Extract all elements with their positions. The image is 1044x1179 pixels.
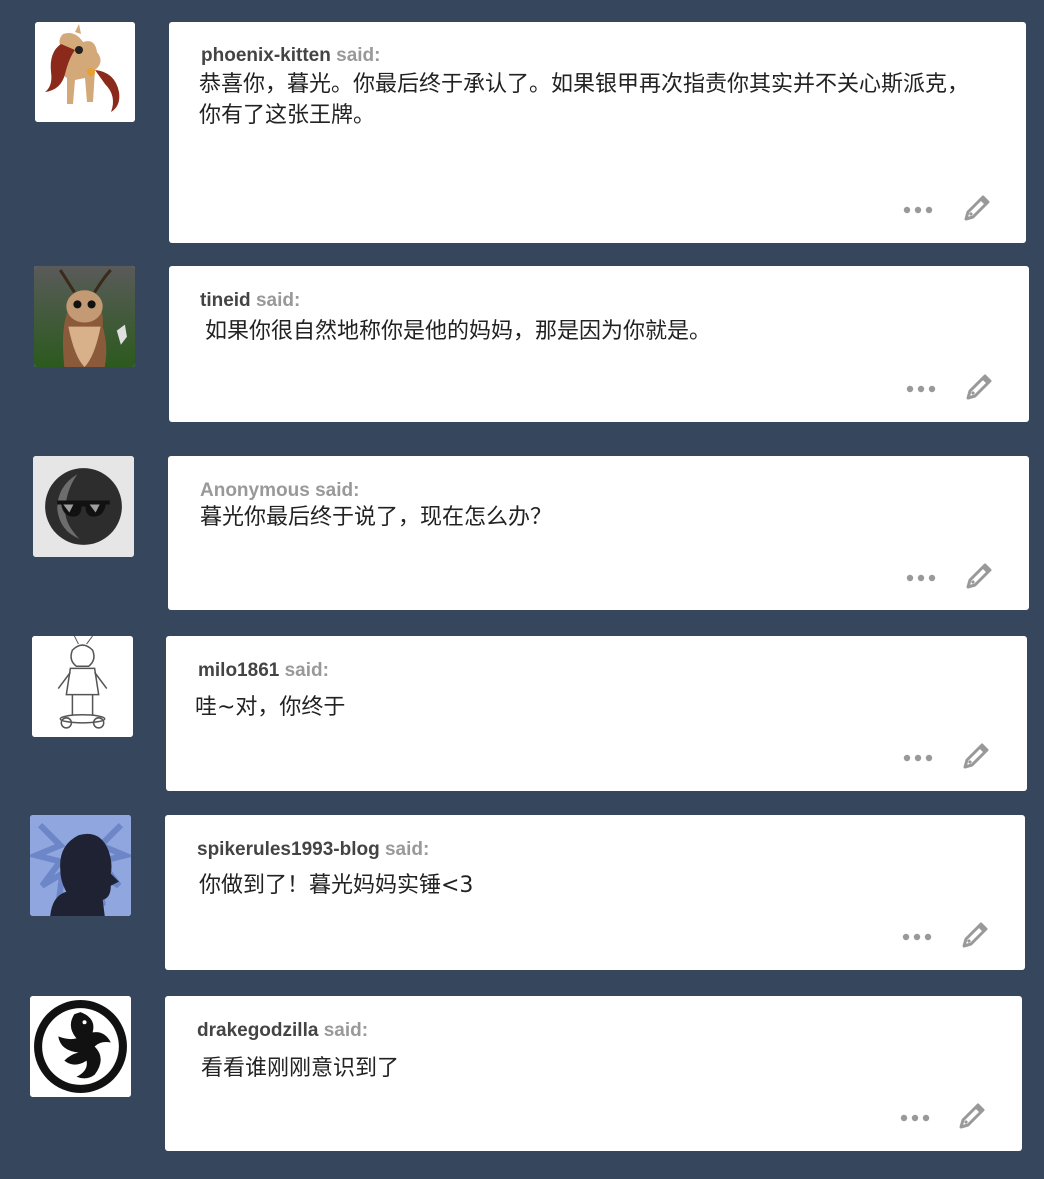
anonymous-sunglasses-icon[interactable] [33, 456, 134, 557]
pencil-edit-icon[interactable] [963, 560, 995, 592]
question-text: 如果你很自然地称你是他的妈妈，那是因为你就是。 [205, 316, 1005, 347]
post-card: drakegodzilla said: 看看谁刚刚意识到了 [165, 996, 1022, 1151]
text-line: 看看谁刚刚意识到了 [201, 1056, 400, 1081]
more-options-icon[interactable] [902, 752, 934, 764]
question-text: 哇~对，你终于 [195, 692, 995, 723]
asker-line: tineid said: [200, 290, 300, 312]
pencil-edit-icon[interactable] [956, 1100, 988, 1132]
more-options-icon[interactable] [901, 931, 933, 943]
pencil-edit-icon[interactable] [960, 740, 992, 772]
text-line: 恭喜你，暮光。你最后终于承认了。如果银甲再次指责你其实并不关心斯派克， [199, 72, 970, 97]
username-link[interactable]: drakegodzilla [197, 1020, 318, 1041]
username-link[interactable]: spikerules1993-blog [197, 839, 380, 860]
question-text: 恭喜你，暮光。你最后终于承认了。如果银甲再次指责你其实并不关心斯派克， 你有了这… [199, 69, 1009, 131]
sketch-avatar-icon[interactable] [32, 636, 133, 737]
question-text: 暮光你最后终于说了，现在怎么办？ [200, 502, 1000, 533]
said-label: said: [336, 45, 381, 66]
silhouette-avatar-icon[interactable] [30, 815, 131, 916]
post-card: Anonymous said: 暮光你最后终于说了，现在怎么办？ [168, 456, 1029, 610]
username-link[interactable]: tineid [200, 290, 251, 311]
more-options-icon[interactable] [902, 204, 934, 216]
said-label: said: [384, 839, 430, 860]
post-card: tineid said: 如果你很自然地称你是他的妈妈，那是因为你就是。 [169, 266, 1029, 422]
asker-line: spikerules1993-blog said: [197, 839, 429, 861]
pencil-edit-icon[interactable] [959, 919, 991, 951]
said-label: said: [284, 660, 329, 681]
asker-line: phoenix-kitten said: [201, 45, 380, 67]
said-label: said: [255, 290, 301, 311]
post-card: phoenix-kitten said: 恭喜你，暮光。你最后终于承认了。如果银… [169, 22, 1026, 243]
post-card: spikerules1993-blog said: 你做到了！暮光妈妈实锤<3 [165, 815, 1025, 970]
text-line: 如果你很自然地称你是他的妈妈，那是因为你就是。 [205, 319, 712, 344]
said-label: said: [315, 480, 360, 501]
pencil-edit-icon[interactable] [961, 192, 993, 224]
pony-avatar-icon[interactable] [35, 22, 135, 122]
pencil-edit-icon[interactable] [963, 371, 995, 403]
username-link[interactable]: phoenix-kitten [201, 45, 331, 66]
question-text: 看看谁刚刚意识到了 [201, 1053, 1001, 1084]
question-text: 你做到了！暮光妈妈实锤<3 [199, 870, 999, 901]
more-options-icon[interactable] [905, 383, 937, 395]
dragon-avatar-icon[interactable] [30, 996, 131, 1097]
username-label: Anonymous [200, 480, 310, 501]
more-options-icon[interactable] [899, 1112, 931, 1124]
text-line: 你做到了！暮光妈妈实锤<3 [199, 873, 474, 898]
text-line: 你有了这张王牌。 [199, 103, 376, 128]
said-label: said: [323, 1020, 369, 1041]
text-line: 暮光你最后终于说了，现在怎么办？ [200, 505, 553, 530]
username-link[interactable]: milo1861 [198, 660, 279, 681]
asker-line: Anonymous said: [200, 480, 359, 502]
asker-line: milo1861 said: [198, 660, 329, 682]
post-card: milo1861 said: 哇~对，你终于 [166, 636, 1027, 791]
more-options-icon[interactable] [905, 572, 937, 584]
text-line: 哇~对，你终于 [195, 695, 346, 720]
asker-line: drakegodzilla said: [197, 1020, 368, 1042]
moth-avatar-icon[interactable] [34, 266, 135, 367]
